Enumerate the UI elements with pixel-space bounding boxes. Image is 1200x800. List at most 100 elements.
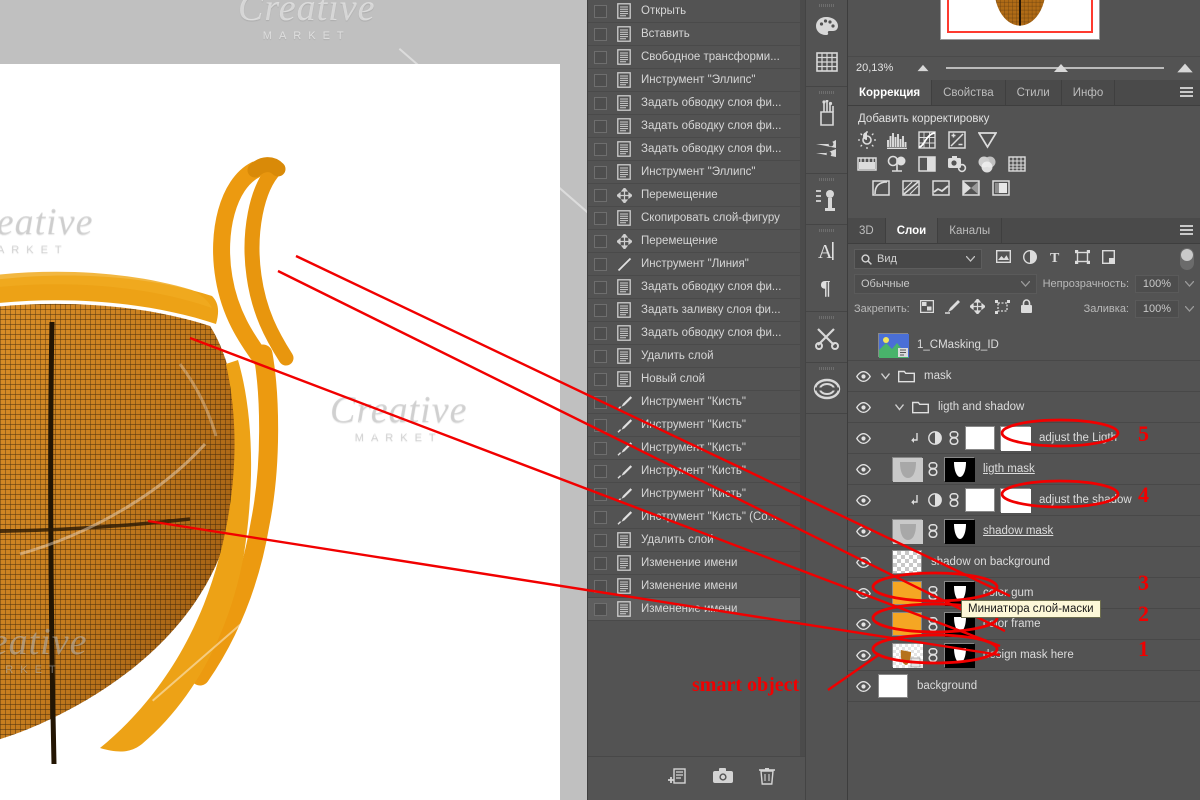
- layer-mask-thumbnail[interactable]: [944, 519, 975, 544]
- history-snapshot-checkbox[interactable]: [594, 487, 607, 501]
- layer-row[interactable]: shadow mask: [848, 516, 1200, 547]
- history-snapshot-checkbox[interactable]: [594, 50, 607, 64]
- history-snapshot-checkbox[interactable]: [594, 602, 607, 616]
- history-item[interactable]: Перемещение: [588, 230, 805, 253]
- history-snapshot-checkbox[interactable]: [594, 280, 607, 294]
- navigator-thumbnail[interactable]: [940, 0, 1100, 40]
- opacity-value[interactable]: 100%: [1135, 275, 1179, 293]
- history-item[interactable]: Инструмент "Кисть": [588, 460, 805, 483]
- exposure-icon[interactable]: [946, 130, 968, 150]
- history-item[interactable]: Свободное трансформи...: [588, 46, 805, 69]
- filter-smart-object-icon[interactable]: [1101, 249, 1116, 269]
- camera-icon[interactable]: [713, 768, 733, 789]
- tab-3d[interactable]: 3D: [848, 218, 886, 243]
- history-snapshot-checkbox[interactable]: [594, 27, 607, 41]
- creative-cloud-icon[interactable]: [806, 371, 847, 407]
- color-balance-icon[interactable]: [886, 154, 908, 174]
- lock-transparent-pixels-icon[interactable]: [919, 299, 934, 318]
- brightness-contrast-icon[interactable]: [856, 130, 878, 150]
- chevron-down-icon[interactable]: [1185, 281, 1194, 287]
- filter-enable-toggle[interactable]: [1180, 248, 1194, 270]
- icon-dock[interactable]: A ¶: [805, 0, 848, 800]
- link-layers-icon[interactable]: [927, 462, 939, 476]
- history-item[interactable]: Инструмент "Кисть": [588, 391, 805, 414]
- history-snapshot-checkbox[interactable]: [594, 372, 607, 386]
- filter-type-icon[interactable]: T: [1049, 250, 1063, 269]
- color-grid-icon[interactable]: [806, 44, 847, 80]
- history-item[interactable]: Задать обводку слоя фи...: [588, 138, 805, 161]
- layer-thumbnail[interactable]: [878, 333, 909, 358]
- visibility-toggle-icon[interactable]: [848, 649, 878, 661]
- history-snapshot-checkbox[interactable]: [594, 234, 607, 248]
- zoom-slider[interactable]: [910, 57, 1200, 79]
- tab-слои[interactable]: Слои: [885, 218, 939, 243]
- tab-коррекция[interactable]: Коррекция: [848, 80, 933, 105]
- fill-value[interactable]: 100%: [1135, 300, 1179, 318]
- history-snapshot-checkbox[interactable]: [594, 142, 607, 156]
- history-item[interactable]: Перемещение: [588, 184, 805, 207]
- history-snapshot-checkbox[interactable]: [594, 4, 607, 18]
- blend-mode-select[interactable]: Обычные: [854, 274, 1037, 294]
- visibility-toggle-icon[interactable]: [848, 463, 878, 475]
- history-snapshot-checkbox[interactable]: [594, 464, 607, 478]
- curves-icon[interactable]: [916, 130, 938, 150]
- visibility-toggle-icon[interactable]: [848, 525, 878, 537]
- layer-thumbnail[interactable]: [892, 519, 923, 544]
- layers-tabbar[interactable]: 3D Слои Каналы: [848, 218, 1200, 244]
- trash-icon[interactable]: [759, 767, 775, 790]
- link-layers-icon[interactable]: [927, 617, 939, 631]
- color-lookup-icon[interactable]: [1006, 154, 1028, 174]
- history-item[interactable]: Вставить: [588, 23, 805, 46]
- timeline-scissors-icon[interactable]: [806, 320, 847, 356]
- layer-row[interactable]: ligth and shadow: [848, 392, 1200, 423]
- history-item[interactable]: Задать обводку слоя фи...: [588, 276, 805, 299]
- lock-artboard-icon[interactable]: [994, 299, 1010, 319]
- navigator-view-box[interactable]: [947, 0, 1093, 33]
- invert-icon[interactable]: [870, 178, 892, 198]
- black-white-icon[interactable]: [916, 154, 938, 174]
- zoom-level-value[interactable]: 20,13%: [848, 62, 910, 74]
- layer-row[interactable]: background: [848, 671, 1200, 702]
- panel-menu-icon[interactable]: [1180, 87, 1193, 98]
- history-snapshot-checkbox[interactable]: [594, 211, 607, 225]
- zoom-in-icon[interactable]: [1177, 63, 1193, 72]
- filter-pixel-icon[interactable]: [995, 249, 1012, 268]
- history-snapshot-checkbox[interactable]: [594, 579, 607, 593]
- history-snapshot-checkbox[interactable]: [594, 303, 607, 317]
- brushes-jar-icon[interactable]: [806, 95, 847, 131]
- expand-collapse-icon[interactable]: [878, 372, 892, 380]
- history-item[interactable]: Инструмент "Кисть" (Со...: [588, 506, 805, 529]
- chevron-down-icon[interactable]: [1185, 306, 1194, 312]
- history-item[interactable]: Удалить слой: [588, 529, 805, 552]
- history-item[interactable]: Инструмент "Кисть": [588, 483, 805, 506]
- panel-menu-icon[interactable]: [1180, 225, 1193, 236]
- link-layers-icon[interactable]: [948, 493, 960, 507]
- history-snapshot-checkbox[interactable]: [594, 73, 607, 87]
- layer-list[interactable]: 1_CMasking_ID mask ligth and shadow adjust …: [848, 330, 1200, 800]
- layer-row[interactable]: design mask here: [848, 640, 1200, 671]
- channel-mixer-icon[interactable]: [976, 154, 998, 174]
- history-item[interactable]: Открыть: [588, 0, 805, 23]
- history-item[interactable]: Новый слой: [588, 368, 805, 391]
- history-snapshot-checkbox[interactable]: [594, 556, 607, 570]
- paragraph-icon[interactable]: ¶: [806, 269, 847, 305]
- history-item[interactable]: Скопировать слой-фигуру: [588, 207, 805, 230]
- layer-thumbnail[interactable]: [892, 457, 923, 482]
- link-layers-icon[interactable]: [927, 524, 939, 538]
- tab-свойства[interactable]: Свойства: [932, 80, 1006, 105]
- history-list[interactable]: Открыть Вставить Свободное трансформи... Ин…: [588, 0, 805, 756]
- history-item[interactable]: Задать обводку слоя фи...: [588, 115, 805, 138]
- history-snapshot-checkbox[interactable]: [594, 349, 607, 363]
- layer-row[interactable]: 1_CMasking_ID: [848, 330, 1200, 361]
- visibility-toggle-icon[interactable]: [848, 432, 878, 444]
- history-panel[interactable]: Открыть Вставить Свободное трансформи... Ин…: [587, 0, 805, 800]
- link-layers-icon[interactable]: [948, 431, 960, 445]
- layer-thumbnail[interactable]: [878, 674, 908, 698]
- navigator-zoom-bar[interactable]: 20,13%: [848, 56, 1200, 78]
- layer-mask-thumbnail[interactable]: [1000, 426, 1031, 451]
- tool-presets-icon[interactable]: [806, 182, 847, 218]
- link-layers-icon[interactable]: [927, 648, 939, 662]
- character-icon[interactable]: A: [806, 233, 847, 269]
- navigator-panel[interactable]: 20,13%: [848, 0, 1200, 80]
- layer-row[interactable]: mask: [848, 361, 1200, 392]
